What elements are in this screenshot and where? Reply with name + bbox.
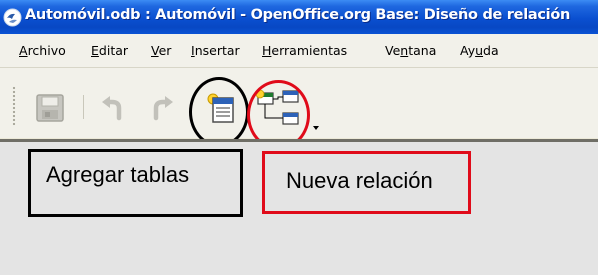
- menu-bar: Archivo Editar Ver Insertar Herramientas…: [0, 34, 598, 68]
- title-bar[interactable]: Automóvil.odb : Automóvil - OpenOffice.o…: [0, 0, 598, 34]
- new-relation-callout-label: Nueva relación: [286, 168, 433, 193]
- menu-insertar[interactable]: Insertar: [191, 43, 240, 58]
- menu-editar[interactable]: Editar: [91, 43, 128, 58]
- openoffice-app-icon[interactable]: [3, 8, 22, 27]
- save-icon: [36, 94, 64, 122]
- toolbar-overflow-button[interactable]: [311, 118, 321, 130]
- openoffice-base-window: Automóvil.odb : Automóvil - OpenOffice.o…: [0, 0, 598, 275]
- undo-button[interactable]: [97, 94, 127, 122]
- menu-ver[interactable]: Ver: [151, 43, 171, 58]
- menu-ventana[interactable]: Ventana: [385, 43, 436, 58]
- toolbar-separator: [83, 95, 84, 119]
- toolbar-grip[interactable]: [12, 86, 16, 126]
- window-title: Automóvil.odb : Automóvil - OpenOffice.o…: [25, 7, 570, 23]
- add-tables-callout-label: Agregar tablas: [46, 162, 190, 187]
- redo-icon: [153, 96, 173, 121]
- redo-button[interactable]: [148, 94, 178, 122]
- toolbar-overflow-icon: [313, 126, 319, 130]
- add-tables-highlight: [189, 77, 249, 147]
- menu-archivo[interactable]: Archivo: [19, 43, 66, 58]
- menu-herramientas[interactable]: Herramientas: [262, 43, 347, 58]
- new-relation-callout: Nueva relación: [262, 151, 471, 214]
- save-button[interactable]: [33, 92, 67, 124]
- menu-ayuda[interactable]: Ayuda: [460, 43, 499, 58]
- undo-icon: [102, 96, 122, 121]
- add-tables-callout: Agregar tablas: [28, 149, 243, 217]
